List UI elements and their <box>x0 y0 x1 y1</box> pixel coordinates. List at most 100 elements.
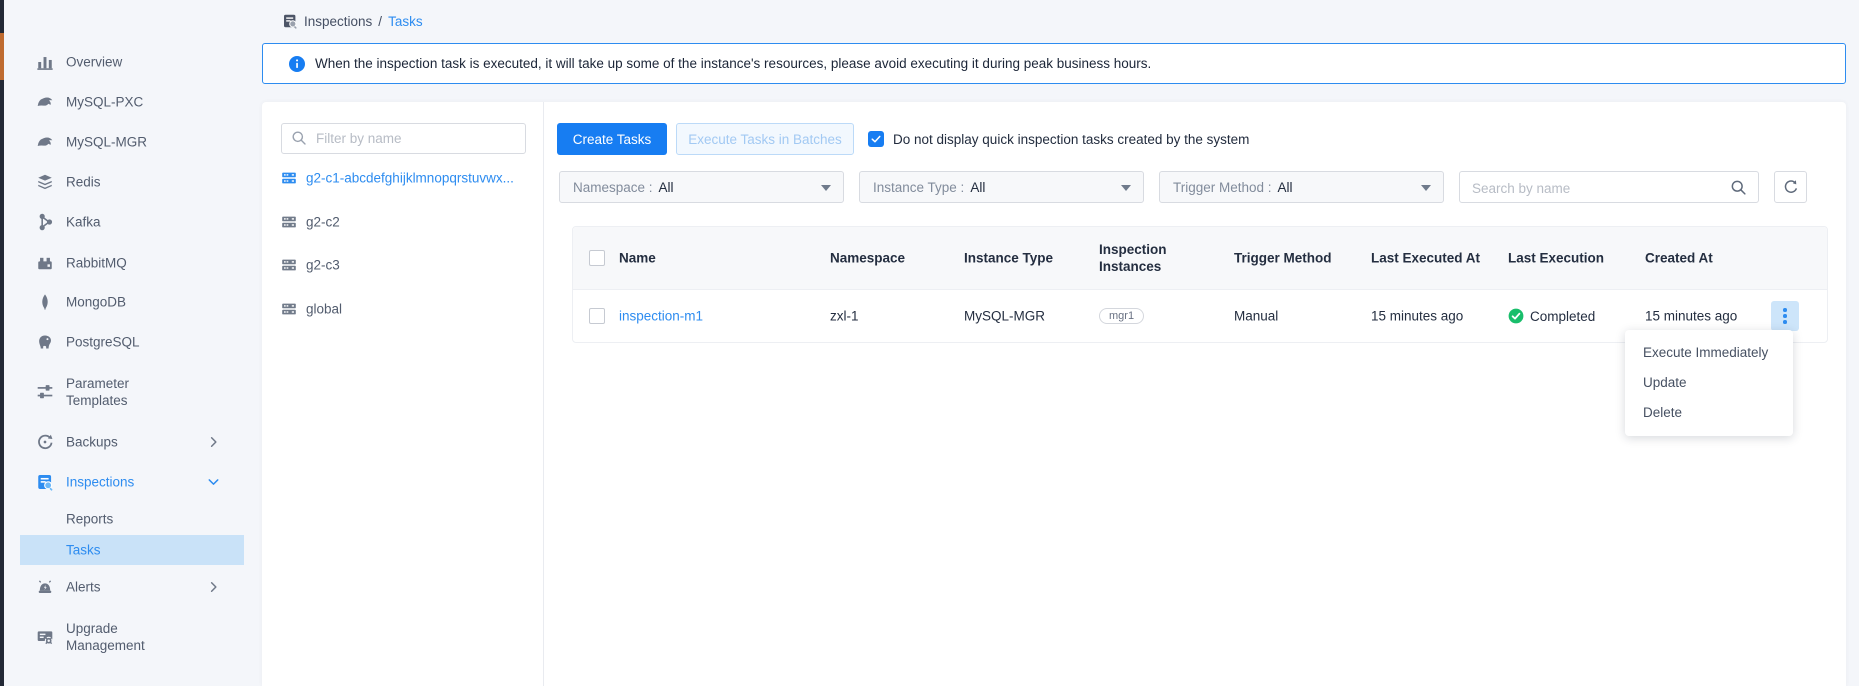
sidebar: Overview MySQL-PXC MySQL-MGR Redis Kafka <box>4 0 244 686</box>
server-icon <box>281 301 297 317</box>
sidebar-item-rabbitmq[interactable]: RabbitMQ <box>4 246 244 280</box>
breadcrumb: Inspections / Tasks <box>282 12 423 30</box>
search-icon[interactable] <box>1730 179 1747 196</box>
col-inspection-instances: Inspection Instances <box>1099 241 1191 275</box>
server-icon <box>281 214 297 230</box>
cell-instance-type: MySQL-MGR <box>964 309 1045 324</box>
col-instance-type: Instance Type <box>964 251 1053 266</box>
sidebar-item-reports[interactable]: Reports <box>4 505 244 533</box>
inspection-icon <box>36 473 54 491</box>
inspections-icon <box>282 13 298 29</box>
execute-batches-button[interactable]: Execute Tasks in Batches <box>676 123 854 155</box>
server-icon <box>281 170 297 186</box>
status-text: Completed <box>1530 309 1595 324</box>
row-actions-menu: Execute Immediately Update Delete <box>1625 330 1793 436</box>
sidebar-item-overview[interactable]: Overview <box>4 45 244 79</box>
hide-system-tasks-option: Do not display quick inspection tasks cr… <box>868 131 1249 147</box>
row-actions-button[interactable] <box>1771 301 1799 331</box>
cluster-name: g2-c3 <box>306 258 340 273</box>
sliders-icon <box>36 383 54 401</box>
refresh-button[interactable] <box>1774 171 1807 203</box>
alarm-icon <box>36 578 54 596</box>
sidebar-item-label: MySQL-PXC <box>66 94 143 111</box>
sidebar-item-label: MySQL-MGR <box>66 134 147 151</box>
chevron-right-icon <box>206 435 221 450</box>
menu-item-execute-immediately[interactable]: Execute Immediately <box>1625 338 1793 368</box>
sidebar-item-parameter-templates[interactable]: Parameter Templates <box>4 366 244 418</box>
cluster-item-g2-c2[interactable]: g2-c2 <box>262 207 542 237</box>
filter-value: All <box>1278 180 1293 195</box>
cluster-item-global[interactable]: global <box>262 294 542 324</box>
cluster-item-g2-c1[interactable]: g2-c1-abcdefghijklmnopqrstuvwx... <box>262 163 542 193</box>
namespace-filter-dropdown[interactable]: Namespace : All <box>559 171 844 203</box>
cluster-filter-input[interactable] <box>314 124 523 153</box>
sidebar-item-mongodb[interactable]: MongoDB <box>4 285 244 319</box>
sidebar-item-alerts[interactable]: Alerts <box>4 570 244 604</box>
chevron-down-icon <box>206 475 221 490</box>
col-namespace: Namespace <box>830 251 905 266</box>
breadcrumb-current[interactable]: Tasks <box>388 14 423 29</box>
sidebar-item-label: Tasks <box>66 543 101 558</box>
task-search-input[interactable] <box>1460 172 1729 204</box>
rabbitmq-icon <box>36 254 54 272</box>
row-checkbox[interactable] <box>589 308 605 324</box>
check-circle-icon <box>1508 308 1524 324</box>
breadcrumb-separator: / <box>378 14 382 29</box>
col-created-at: Created At <box>1645 251 1713 266</box>
cell-created-at: 15 minutes ago <box>1645 309 1737 324</box>
sidebar-item-redis[interactable]: Redis <box>4 165 244 199</box>
filter-label: Instance Type : <box>873 180 964 195</box>
breadcrumb-section[interactable]: Inspections <box>304 14 372 29</box>
sidebar-item-mysql-pxc[interactable]: MySQL-PXC <box>4 85 244 119</box>
sidebar-item-backups[interactable]: Backups <box>4 425 244 459</box>
kafka-icon <box>36 213 54 231</box>
instance-tag: mgr1 <box>1099 308 1144 324</box>
sidebar-item-upgrade-management[interactable]: Upgrade Management <box>4 611 244 663</box>
sidebar-item-kafka[interactable]: Kafka <box>4 205 244 239</box>
menu-item-delete[interactable]: Delete <box>1625 398 1793 428</box>
leaf-icon <box>36 293 54 311</box>
cluster-item-g2-c3[interactable]: g2-c3 <box>262 250 542 280</box>
cluster-name: g2-c1-abcdefghijklmnopqrstuvwx... <box>306 171 514 186</box>
server-icon <box>281 257 297 273</box>
tasks-table: Name Namespace Instance Type Inspection … <box>572 226 1828 343</box>
sidebar-item-mysql-mgr[interactable]: MySQL-MGR <box>4 125 244 159</box>
select-all-checkbox[interactable] <box>589 250 605 266</box>
table-header: Name Namespace Instance Type Inspection … <box>573 227 1827 290</box>
col-last-executed-at: Last Executed At <box>1371 251 1480 266</box>
filter-value: All <box>970 180 985 195</box>
sidebar-item-postgresql[interactable]: PostgreSQL <box>4 325 244 359</box>
dolphin-icon <box>36 93 54 111</box>
checkbox-label: Do not display quick inspection tasks cr… <box>893 132 1249 147</box>
menu-item-update[interactable]: Update <box>1625 368 1793 398</box>
caret-down-icon <box>821 185 831 191</box>
sidebar-item-label: Parameter Templates <box>66 375 188 409</box>
sidebar-item-tasks[interactable]: Tasks <box>20 535 244 565</box>
create-tasks-button[interactable]: Create Tasks <box>557 123 667 155</box>
task-name-link[interactable]: inspection-m1 <box>619 309 703 324</box>
checked-checkbox[interactable] <box>868 131 884 147</box>
sidebar-item-label: PostgreSQL <box>66 334 140 351</box>
sidebar-item-label: Redis <box>66 174 101 191</box>
filter-label: Trigger Method : <box>1173 180 1272 195</box>
instance-type-filter-dropdown[interactable]: Instance Type : All <box>859 171 1144 203</box>
cluster-filter-box <box>281 123 526 154</box>
refresh-icon <box>1783 179 1799 195</box>
sidebar-item-label: Kafka <box>66 214 101 231</box>
trigger-method-filter-dropdown[interactable]: Trigger Method : All <box>1159 171 1444 203</box>
status-badge: Completed <box>1508 308 1595 324</box>
panel-divider <box>543 102 544 686</box>
cluster-name: global <box>306 302 342 317</box>
sidebar-item-label: Overview <box>66 54 122 71</box>
task-search-box <box>1459 171 1759 203</box>
cluster-name: g2-c2 <box>306 215 340 230</box>
sidebar-item-inspections[interactable]: Inspections <box>4 465 244 499</box>
col-trigger-method: Trigger Method <box>1234 251 1332 266</box>
chevron-right-icon <box>206 580 221 595</box>
sidebar-item-label: Reports <box>66 512 113 527</box>
sidebar-item-label: Upgrade Management <box>66 620 188 654</box>
info-icon <box>289 56 305 72</box>
backup-icon <box>36 433 54 451</box>
cell-namespace: zxl-1 <box>830 309 859 324</box>
upgrade-icon <box>36 628 54 646</box>
